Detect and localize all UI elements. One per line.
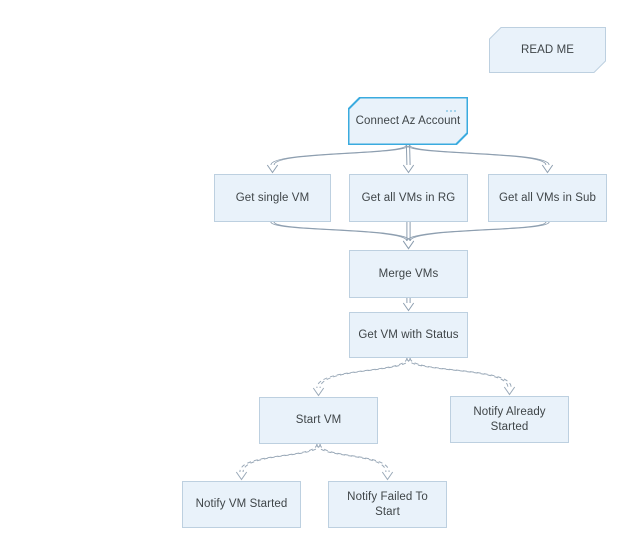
node-label: Notify Already Started [473, 406, 546, 433]
node-get-all-vms-in-sub[interactable]: Get all VMs in Sub [488, 174, 607, 222]
node-notify-vm-started[interactable]: Notify VM Started [182, 481, 301, 528]
edge-get-all-vms-in-sub-to-merge-vms [402, 221, 550, 250]
edge-start-vm-to-notify-vm-started [235, 443, 321, 481]
edge-connect-az-account-to-get-all-vms-in-sub [405, 144, 554, 174]
node-connect-az-account[interactable]: Connect Az Account [348, 97, 468, 145]
node-label: Notify VM Started [195, 498, 288, 511]
node-label: Get all VMs in RG [361, 191, 456, 204]
node-get-single-vm[interactable]: Get single VM [214, 174, 331, 222]
edge-get-vm-with-status-to-start-vm [312, 357, 411, 397]
node-label: READ ME [520, 44, 575, 56]
node-get-vm-with-status[interactable]: Get VM with Status [349, 312, 468, 358]
node-start-vm[interactable]: Start VM [259, 397, 378, 444]
node-label: Connect Az Account [355, 115, 461, 127]
edge-start-vm-to-notify-failed-to-start [316, 443, 394, 481]
node-notify-failed-to-start[interactable]: Notify Failed To Start [328, 481, 447, 528]
connector-layer [235, 144, 554, 481]
node-label: Get VM with Status [358, 328, 459, 341]
edge-get-single-vm-to-merge-vms [270, 221, 415, 250]
node-label: Notify Failed To Start [347, 491, 428, 518]
node-merge-vms[interactable]: Merge VMs [349, 250, 468, 298]
edge-get-vm-with-status-to-notify-already-started [406, 357, 516, 396]
edge-merge-vms-to-get-vm-with-status [402, 298, 415, 312]
node-get-all-vms-in-rg[interactable]: Get all VMs in RG [349, 174, 468, 222]
edge-connect-az-account-to-get-all-vms-in-rg [402, 144, 415, 174]
node-label: Merge VMs [378, 267, 439, 280]
node-label: Get all VMs in Sub [498, 191, 597, 204]
diagram-canvas[interactable]: READ ME Connect Az Account Get single VM Ge… [0, 0, 636, 549]
edge-connect-az-account-to-get-single-vm [266, 144, 411, 174]
edge-get-all-vms-in-rg-to-merge-vms [402, 222, 415, 250]
node-notify-already-started[interactable]: Notify Already Started [450, 396, 569, 443]
node-overflow-menu-icon[interactable] [446, 110, 456, 112]
node-label: Start VM [295, 414, 342, 427]
node-label: Get single VM [235, 191, 310, 204]
node-read-me[interactable]: READ ME [489, 27, 606, 73]
